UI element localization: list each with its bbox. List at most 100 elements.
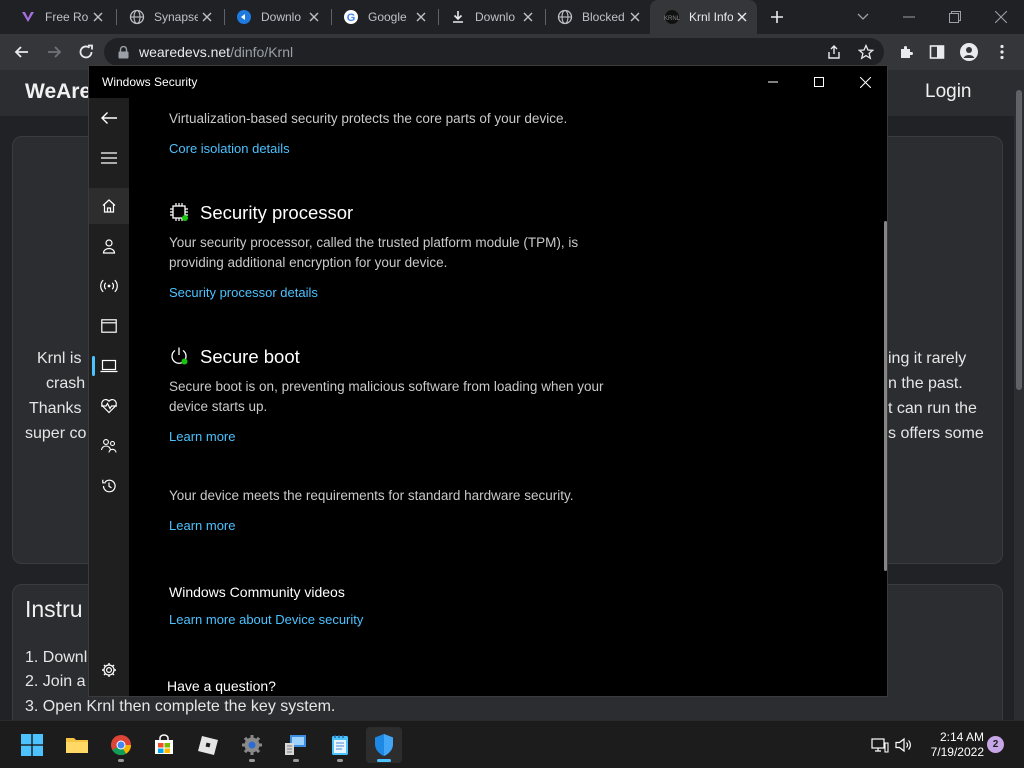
site-brand[interactable]: WeAre	[25, 80, 91, 104]
svg-text:G: G	[347, 12, 356, 24]
sidebar-item-app-browser-control[interactable]	[89, 308, 129, 344]
close-icon[interactable]	[91, 10, 105, 24]
sidebar-item-home[interactable]	[89, 188, 129, 224]
page-scrollbar[interactable]	[1014, 70, 1024, 720]
start-button[interactable]	[14, 727, 50, 763]
close-icon[interactable]	[628, 10, 642, 24]
settings-button[interactable]	[234, 727, 270, 763]
profile-avatar[interactable]	[957, 40, 981, 64]
back-button[interactable]	[89, 100, 129, 136]
browser-tab-6[interactable]: Blocked	[543, 0, 650, 34]
instructions-heading: Instru	[25, 596, 83, 622]
krnl-icon: KRNL	[664, 9, 680, 25]
close-icon[interactable]	[735, 10, 749, 24]
app-window-icon	[101, 319, 117, 333]
hardware-learn-more-link[interactable]: Learn more	[169, 518, 235, 533]
browser-tab-1[interactable]: Free Rol	[6, 0, 113, 34]
secure-boot-description: Secure boot is on, preventing malicious …	[169, 379, 604, 394]
community-videos-heading: Windows Community videos	[169, 584, 345, 600]
window-title-bar[interactable]: Windows Security	[89, 66, 887, 98]
account-icon	[102, 239, 116, 254]
chip-icon	[169, 202, 189, 222]
microsoft-store-button[interactable]	[146, 727, 182, 763]
notepad-icon	[332, 735, 348, 755]
lock-icon[interactable]	[118, 45, 129, 59]
sidebar-item-settings[interactable]	[89, 652, 129, 688]
menu-kebab-icon[interactable]	[990, 40, 1014, 64]
browser-tab-5[interactable]: Downlo	[436, 0, 543, 34]
taskbar: 2:14 AM 7/19/2022 2	[0, 720, 1024, 768]
roblox-icon	[198, 736, 218, 755]
clock-time: 2:14 AM	[939, 730, 984, 744]
secure-boot-learn-more-link[interactable]: Learn more	[169, 429, 235, 444]
minimize-button[interactable]	[886, 0, 932, 34]
network-icon[interactable]	[870, 735, 890, 755]
control-panel-button[interactable]	[278, 727, 314, 763]
folder-icon	[66, 738, 88, 753]
url-path: /dinfo/Krnl	[230, 44, 294, 60]
sidebar-item-family-options[interactable]	[89, 428, 129, 464]
browser-tab-7-active[interactable]: KRNL Krnl Info	[650, 0, 757, 34]
store-icon	[155, 734, 173, 754]
family-icon	[100, 439, 117, 453]
gear-icon	[242, 735, 262, 755]
notepad-button[interactable]	[322, 727, 358, 763]
tab-title: Google	[368, 10, 407, 24]
close-icon[interactable]	[414, 10, 428, 24]
new-tab-button[interactable]	[766, 6, 788, 28]
shield-icon	[375, 734, 393, 756]
tab-title: Blocked	[582, 10, 625, 24]
share-icon[interactable]	[822, 40, 846, 64]
device-security-content: Virtualization-based security protects t…	[129, 98, 887, 696]
gear-icon	[102, 663, 116, 677]
url-text: wearedevs.net/dinfo/Krnl	[139, 44, 293, 60]
hamburger-menu-icon[interactable]	[89, 140, 129, 176]
sidebar-item-firewall-network[interactable]	[89, 268, 129, 304]
core-isolation-description: Virtualization-based security protects t…	[169, 111, 568, 126]
tab-title: Synapse	[154, 10, 198, 24]
restore-button[interactable]	[932, 0, 978, 34]
sidebar-item-device-security[interactable]	[89, 348, 129, 384]
device-security-videos-link[interactable]: Learn more about Device security	[169, 612, 363, 627]
sidebar-item-account-protection[interactable]	[89, 228, 129, 264]
close-window-button[interactable]	[978, 0, 1024, 34]
chrome-button[interactable]	[103, 727, 139, 763]
security-processor-description: Your security processor, called the trus…	[169, 235, 579, 250]
windows-security-button[interactable]	[366, 727, 402, 763]
laptop-icon	[100, 359, 118, 373]
sidebar-item-device-performance[interactable]	[89, 388, 129, 424]
core-isolation-details-link[interactable]: Core isolation details	[169, 141, 290, 156]
volume-icon[interactable]	[894, 735, 914, 755]
reload-button[interactable]	[74, 40, 98, 64]
side-panel-icon[interactable]	[925, 40, 949, 64]
minimize-button[interactable]	[750, 66, 796, 98]
security-processor-description: providing additional encryption for your…	[169, 255, 448, 270]
content-scrollbar[interactable]	[884, 221, 887, 571]
extensions-icon[interactable]	[894, 40, 918, 64]
login-link[interactable]: Login	[925, 81, 972, 103]
close-icon[interactable]	[521, 10, 535, 24]
page-text-line: super co	[25, 425, 87, 442]
close-icon[interactable]	[200, 10, 214, 24]
file-explorer-button[interactable]	[59, 727, 95, 763]
browser-tab-3[interactable]: Downlo	[222, 0, 329, 34]
maximize-button[interactable]	[796, 66, 842, 98]
security-sidebar	[89, 98, 129, 696]
browser-tab-4[interactable]: G Google	[329, 0, 436, 34]
heart-pulse-icon	[101, 399, 117, 414]
close-icon[interactable]	[307, 10, 321, 24]
roblox-button[interactable]	[190, 727, 226, 763]
back-button[interactable]	[10, 40, 34, 64]
sidebar-item-protection-history[interactable]	[89, 468, 129, 504]
windows-logo-icon	[21, 734, 43, 756]
notification-badge[interactable]: 2	[987, 736, 1004, 753]
bookmark-star-icon[interactable]	[854, 40, 878, 64]
browser-tab-2[interactable]: Synapse	[115, 0, 222, 34]
forward-button[interactable]	[42, 40, 66, 64]
security-processor-details-link[interactable]: Security processor details	[169, 285, 318, 300]
close-button[interactable]	[842, 66, 888, 98]
tab-search-button[interactable]	[840, 0, 886, 34]
address-bar[interactable]: wearedevs.net/dinfo/Krnl	[104, 38, 884, 66]
taskbar-clock[interactable]: 2:14 AM 7/19/2022	[924, 730, 984, 760]
wireless-antenna-icon	[100, 279, 118, 293]
